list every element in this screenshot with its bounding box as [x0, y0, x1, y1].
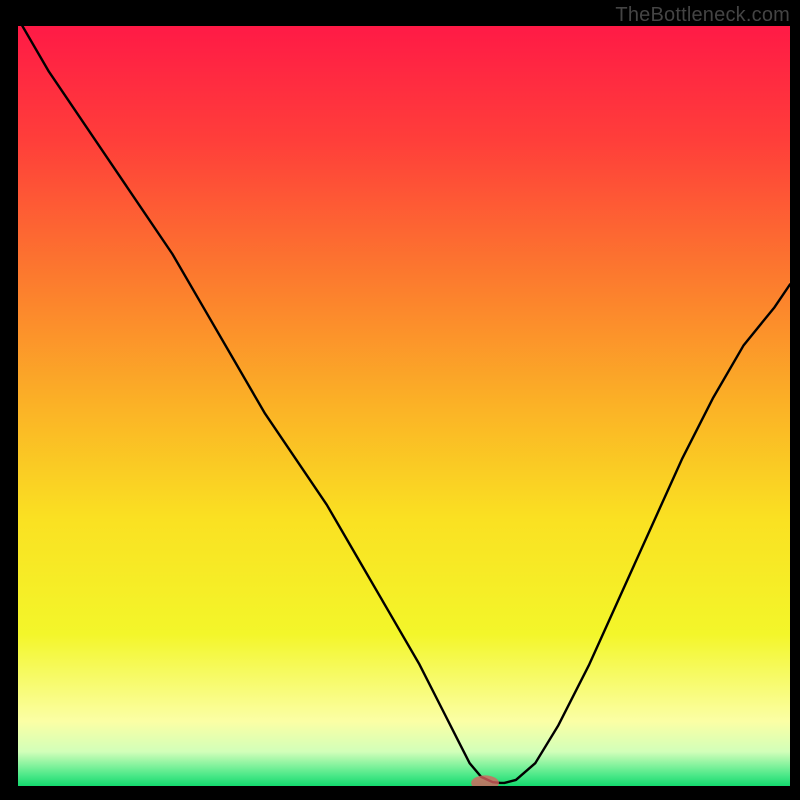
watermark-text: TheBottleneck.com: [615, 4, 790, 27]
bottleneck-line-chart: [18, 26, 790, 786]
chart-stage: TheBottleneck.com: [0, 0, 800, 800]
gradient-background: [18, 26, 790, 786]
plot-area: [18, 26, 790, 786]
